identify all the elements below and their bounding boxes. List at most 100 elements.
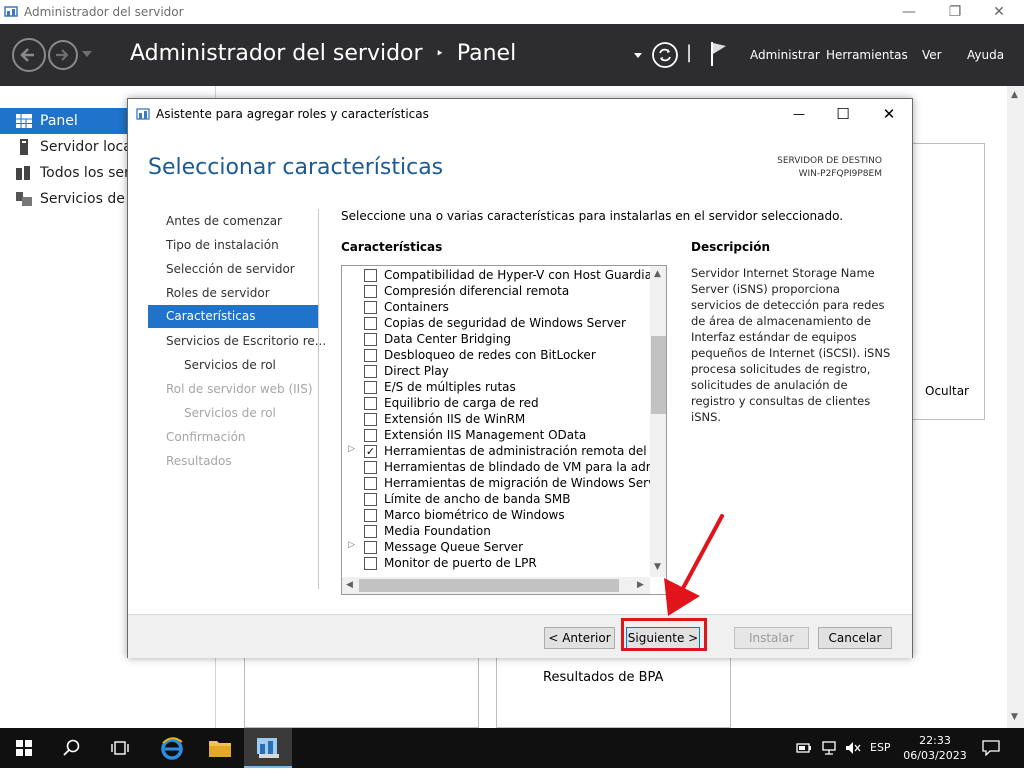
page-scrollbar[interactable]: ▲ ▼ xyxy=(1007,86,1024,728)
feature-row[interactable]: E/S de múltiples rutas xyxy=(342,379,650,395)
server-manager-header: Administrador del servidor ‣ Panel | Adm… xyxy=(0,24,1024,86)
refresh-icon[interactable] xyxy=(651,41,679,69)
feature-checkbox[interactable] xyxy=(364,525,377,538)
feature-checkbox[interactable] xyxy=(364,461,377,474)
features-hscroll-thumb[interactable] xyxy=(359,579,619,592)
feature-row[interactable]: Copias de seguridad de Windows Server xyxy=(342,315,650,331)
expand-chevron-icon[interactable]: ▷ xyxy=(348,444,355,454)
step-features[interactable]: Características xyxy=(148,305,319,328)
step-installation-type[interactable]: Tipo de instalación xyxy=(166,238,279,252)
expand-chevron-icon[interactable]: ▷ xyxy=(348,540,355,550)
search-button[interactable] xyxy=(48,728,96,768)
feature-checkbox[interactable] xyxy=(364,365,377,378)
network-icon[interactable] xyxy=(821,741,837,755)
menu-help[interactable]: Ayuda xyxy=(967,48,1004,62)
menu-tools[interactable]: Herramientas xyxy=(826,48,908,62)
step-rds-role-services[interactable]: Servicios de rol xyxy=(184,358,276,372)
scroll-up-icon[interactable]: ▲ xyxy=(1011,90,1018,100)
file-explorer-button[interactable] xyxy=(196,728,244,768)
feature-row[interactable]: Marco biométrico de Windows xyxy=(342,507,650,523)
cancel-button[interactable]: Cancelar xyxy=(818,627,892,649)
feature-row[interactable]: Compresión diferencial remota xyxy=(342,283,650,299)
feature-checkbox[interactable] xyxy=(364,397,377,410)
features-scroll-left-icon[interactable]: ◀ xyxy=(346,580,353,590)
outer-minimize-button[interactable]: — xyxy=(886,0,932,24)
feature-row[interactable]: Herramientas de blindado de VM para la a… xyxy=(342,459,650,475)
scroll-down-icon[interactable]: ▼ xyxy=(1011,712,1018,722)
feature-checkbox[interactable] xyxy=(364,317,377,330)
step-before-you-begin[interactable]: Antes de comenzar xyxy=(166,214,282,228)
refresh-dropdown-icon[interactable] xyxy=(634,53,642,59)
feature-label: E/S de múltiples rutas xyxy=(384,380,516,394)
search-icon xyxy=(63,739,80,756)
volume-muted-icon[interactable] xyxy=(845,741,861,755)
step-server-selection[interactable]: Selección de servidor xyxy=(166,262,295,276)
notifications-flag-icon[interactable] xyxy=(708,40,730,68)
feature-checkbox[interactable] xyxy=(364,477,377,490)
task-view-button[interactable] xyxy=(96,728,144,768)
feature-checkbox[interactable] xyxy=(364,285,377,298)
step-iis-role-services: Servicios de rol xyxy=(184,406,276,420)
step-remote-desktop-services[interactable]: Servicios de Escritorio re... xyxy=(166,334,326,348)
wizard-close-button[interactable]: ✕ xyxy=(874,103,904,125)
feature-checkbox[interactable] xyxy=(364,557,377,570)
feature-checkbox[interactable] xyxy=(364,349,377,362)
feature-row[interactable]: Desbloqueo de redes con BitLocker xyxy=(342,347,650,363)
feature-row[interactable]: Límite de ancho de banda SMB xyxy=(342,491,650,507)
history-dropdown-icon[interactable] xyxy=(82,51,92,59)
start-button[interactable] xyxy=(0,728,48,768)
feature-row[interactable]: Herramientas de migración de Windows Ser… xyxy=(342,475,650,491)
feature-label: Data Center Bridging xyxy=(384,332,511,346)
feature-row[interactable]: Extensión IIS de WinRM xyxy=(342,411,650,427)
action-center-icon[interactable] xyxy=(982,740,1000,756)
feature-checkbox[interactable] xyxy=(364,301,377,314)
feature-checkbox[interactable] xyxy=(364,429,377,442)
clock[interactable]: 22:33 06/03/2023 xyxy=(900,733,970,763)
feature-checkbox[interactable] xyxy=(364,541,377,554)
server-icon xyxy=(20,139,28,155)
feature-checkbox[interactable] xyxy=(364,381,377,394)
back-button[interactable] xyxy=(12,38,46,72)
feature-row[interactable]: ▷ Message Queue Server xyxy=(342,539,650,555)
feature-label: Marco biométrico de Windows xyxy=(384,508,565,522)
feature-checkbox[interactable] xyxy=(364,269,377,282)
feature-row[interactable]: Compatibilidad de Hyper-V con Host Guard… xyxy=(342,267,650,283)
edge-browser-button[interactable] xyxy=(148,728,196,768)
outer-restore-button[interactable]: ❐ xyxy=(932,0,978,24)
menu-view[interactable]: Ver xyxy=(922,48,942,62)
previous-button[interactable]: < Anterior xyxy=(544,627,615,649)
feature-row[interactable]: Media Foundation xyxy=(342,523,650,539)
feature-row[interactable]: Equilibrio de carga de red xyxy=(342,395,650,411)
feature-row[interactable]: Containers xyxy=(342,299,650,315)
feature-row[interactable]: Data Center Bridging xyxy=(342,331,650,347)
forward-arrow-icon xyxy=(56,49,69,61)
task-view-icon xyxy=(111,741,129,755)
header-separator: | xyxy=(686,42,693,63)
feature-row[interactable]: Direct Play xyxy=(342,363,650,379)
features-scroll-right-icon[interactable]: ▶ xyxy=(637,580,644,590)
outer-close-button[interactable]: ✕ xyxy=(976,0,1022,24)
power-battery-icon[interactable] xyxy=(796,741,812,755)
welcome-tile-edge: Ocultar xyxy=(907,143,985,420)
feature-checkbox[interactable] xyxy=(364,509,377,522)
feature-checkbox[interactable] xyxy=(364,333,377,346)
next-button-highlight xyxy=(621,618,707,651)
feature-checkbox[interactable]: ✓ xyxy=(364,445,377,458)
menu-manage[interactable]: Administrar xyxy=(750,48,820,62)
wizard-minimize-button[interactable]: — xyxy=(784,103,814,125)
feature-row[interactable]: ▷ ✓ Herramientas de administración remota … xyxy=(342,443,650,459)
wizard-maximize-button[interactable]: ☐ xyxy=(828,103,858,125)
feature-row[interactable]: Monitor de puerto de LPR xyxy=(342,555,650,571)
features-vscroll-thumb[interactable] xyxy=(651,336,666,414)
features-tree: Compatibilidad de Hyper-V con Host Guard… xyxy=(341,265,667,595)
feature-row[interactable]: Extensión IIS Management OData xyxy=(342,427,650,443)
server-manager-taskbar-button[interactable] xyxy=(244,728,292,768)
forward-button[interactable] xyxy=(48,40,78,70)
hide-welcome-link[interactable]: Ocultar xyxy=(925,384,969,398)
server-manager-taskbar-icon xyxy=(257,738,279,758)
features-scroll-up-icon[interactable]: ▲ xyxy=(654,269,661,279)
feature-checkbox[interactable] xyxy=(364,413,377,426)
input-language[interactable]: ESP xyxy=(870,741,891,754)
step-server-roles[interactable]: Roles de servidor xyxy=(166,286,270,300)
feature-checkbox[interactable] xyxy=(364,493,377,506)
